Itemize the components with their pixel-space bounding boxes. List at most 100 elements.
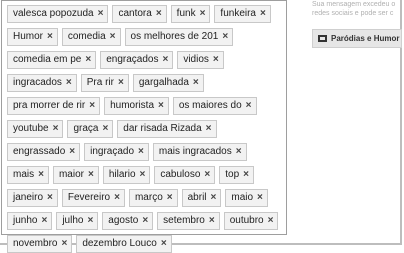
tag-chip[interactable]: Fevereiro × — [61, 189, 125, 207]
tag-chip[interactable]: abril × — [181, 189, 222, 207]
remove-tag-icon[interactable]: × — [118, 75, 124, 91]
tag-chip[interactable]: julho × — [56, 212, 99, 230]
tag-chip[interactable]: engraçados × — [100, 51, 174, 69]
category-chip-label: Paródias e Humor — [331, 34, 400, 43]
tag-chip[interactable]: dezembro Louco × — [76, 235, 172, 253]
tag-chip[interactable]: funkeira × — [214, 5, 271, 23]
tag-label: março — [134, 192, 163, 203]
remove-tag-icon[interactable]: × — [268, 213, 274, 229]
remove-tag-icon[interactable]: × — [167, 190, 173, 206]
tag-chip[interactable]: agosto × — [102, 212, 154, 230]
remove-tag-icon[interactable]: × — [138, 144, 144, 160]
category-chip[interactable]: Paródias e Humor — [312, 29, 402, 48]
tag-label: ingracados — [13, 77, 62, 88]
remove-tag-icon[interactable]: × — [89, 98, 95, 114]
remove-tag-icon[interactable]: × — [61, 236, 67, 252]
remove-tag-icon[interactable]: × — [41, 213, 47, 229]
remove-tag-icon[interactable]: × — [222, 29, 228, 45]
remove-tag-icon[interactable]: × — [204, 167, 210, 183]
tag-chip[interactable]: dar risada Rizada × — [117, 120, 217, 138]
remove-tag-icon[interactable]: × — [87, 213, 93, 229]
remove-tag-icon[interactable]: × — [211, 190, 217, 206]
tag-chip[interactable]: os maiores do × — [172, 97, 257, 115]
tag-chip[interactable]: vidios × — [177, 51, 224, 69]
tag-chip[interactable]: setembro × — [157, 212, 220, 230]
remove-tag-icon[interactable]: × — [246, 98, 252, 114]
tag-chip[interactable]: cantora × — [112, 5, 167, 23]
tag-chip[interactable]: funk × — [170, 5, 211, 23]
remove-tag-icon[interactable]: × — [53, 121, 59, 137]
tag-chip[interactable]: junho × — [7, 212, 53, 230]
remove-tag-icon[interactable]: × — [38, 167, 44, 183]
remove-tag-icon[interactable]: × — [156, 6, 162, 22]
remove-tag-icon[interactable]: × — [142, 213, 148, 229]
tags-input-box[interactable]: valesca popozuda × cantora × funk × funkeira × H… — [1, 0, 287, 253]
tag-chip[interactable]: top × — [219, 166, 254, 184]
tag-chip[interactable]: gargalhada × — [132, 74, 204, 92]
tag-chip[interactable]: maio × — [225, 189, 268, 207]
tag-label: funkeira — [220, 8, 256, 19]
remove-tag-icon[interactable]: × — [102, 121, 108, 137]
remove-tag-icon[interactable]: × — [114, 190, 120, 206]
tag-chip[interactable]: mais ingracados × — [152, 143, 247, 161]
remove-tag-icon[interactable]: × — [85, 52, 91, 68]
remove-tag-icon[interactable]: × — [162, 52, 168, 68]
remove-tag-icon[interactable]: × — [98, 6, 104, 22]
tag-chip[interactable]: comedia × — [61, 28, 121, 46]
tag-label: comedia — [67, 31, 106, 42]
remove-tag-icon[interactable]: × — [140, 167, 146, 183]
tag-label: cantora — [118, 8, 152, 19]
remove-tag-icon[interactable]: × — [110, 29, 116, 45]
remove-tag-icon[interactable]: × — [257, 190, 263, 206]
tag-chip[interactable]: outubro × — [223, 212, 279, 230]
tag-chip[interactable]: Humor × — [7, 28, 58, 46]
remove-tag-icon[interactable]: × — [260, 6, 266, 22]
tag-chip[interactable]: janeiro × — [7, 189, 58, 207]
remove-tag-icon[interactable]: × — [243, 167, 249, 183]
tag-label: dezembro Louco — [82, 238, 157, 249]
tag-chip[interactable]: engrassado × — [7, 143, 81, 161]
tag-label: humorista — [110, 100, 154, 111]
tag-label: julho — [62, 215, 84, 226]
tag-label: mais — [13, 169, 35, 180]
tag-chip[interactable]: maior × — [52, 166, 99, 184]
tag-label: engraçados — [106, 54, 159, 65]
tag-chip[interactable]: humorista × — [104, 97, 169, 115]
tag-chip[interactable]: ingracados × — [7, 74, 77, 92]
tag-chip[interactable]: comedia em pe × — [7, 51, 97, 69]
tag-chip[interactable]: hilario × — [102, 166, 151, 184]
remove-tag-icon[interactable]: × — [213, 52, 219, 68]
tag-label: valesca popozuda — [13, 8, 94, 19]
tag-chip[interactable]: mais × — [7, 166, 49, 184]
remove-tag-icon[interactable]: × — [47, 190, 53, 206]
tag-chip[interactable]: graça × — [67, 120, 114, 138]
tag-label: hilario — [108, 169, 136, 180]
tag-chip[interactable]: novembro × — [7, 235, 73, 253]
remove-tag-icon[interactable]: × — [193, 75, 199, 91]
tag-label: funk — [176, 8, 196, 19]
tag-label: junho — [13, 215, 38, 226]
tag-chip[interactable]: ingraçado × — [84, 143, 149, 161]
tag-chip[interactable]: pra morrer de rir × — [7, 97, 101, 115]
remove-tag-icon[interactable]: × — [236, 144, 242, 160]
tag-chip[interactable]: cabuloso × — [154, 166, 216, 184]
tag-chip[interactable]: Pra rir × — [80, 74, 129, 92]
remove-tag-icon[interactable]: × — [161, 236, 167, 252]
remove-tag-icon[interactable]: × — [206, 121, 212, 137]
tag-label: cabuloso — [160, 169, 201, 180]
remove-tag-icon[interactable]: × — [47, 29, 53, 45]
tag-chip[interactable]: os melhores de 201 × — [124, 28, 234, 46]
remove-tag-icon[interactable]: × — [158, 98, 164, 114]
tag-chip[interactable]: março × — [128, 189, 178, 207]
remove-tag-icon[interactable]: × — [200, 6, 206, 22]
remove-tag-icon[interactable]: × — [69, 144, 75, 160]
film-icon — [318, 35, 327, 42]
remove-tag-icon[interactable]: × — [66, 75, 72, 91]
tag-chip[interactable]: valesca popozuda × — [7, 5, 109, 23]
tag-label: os maiores do — [178, 100, 242, 111]
remove-tag-icon[interactable]: × — [88, 167, 94, 183]
tag-label: mais ingracados — [158, 146, 232, 157]
remove-tag-icon[interactable]: × — [209, 213, 215, 229]
tag-chip[interactable]: youtube × — [7, 120, 64, 138]
tag-label: os melhores de 201 — [130, 31, 219, 42]
